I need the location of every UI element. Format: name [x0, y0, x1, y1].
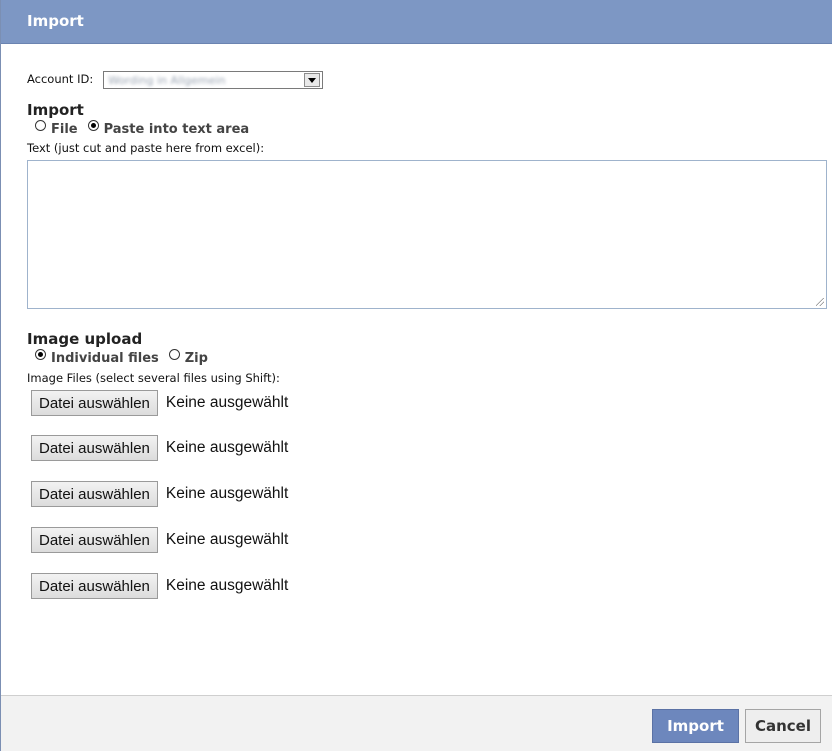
radio-button-icon[interactable] — [35, 120, 46, 131]
file-status-text: Keine ausgewählt — [165, 531, 289, 548]
file-input-row: Datei auswählen Keine ausgewählt — [31, 573, 832, 599]
radio-individual-files-label[interactable]: Individual files — [51, 351, 159, 366]
resize-grip-icon[interactable] — [816, 298, 824, 306]
import-mode-radios: File Paste into text area — [35, 120, 832, 137]
file-input-row: Datei auswählen Keine ausgewählt — [31, 481, 832, 507]
account-id-value: Wording in Allgemein — [108, 73, 226, 87]
radio-zip[interactable]: Zip — [168, 349, 208, 366]
paste-text-area[interactable] — [27, 160, 827, 309]
account-row: Account ID: Wording in Allgemein — [27, 68, 832, 90]
image-mode-radios: Individual files Zip — [35, 349, 832, 366]
choose-file-button[interactable]: Datei auswählen — [31, 390, 158, 416]
image-files-label: Image Files (select several files using … — [27, 371, 280, 385]
file-input-row: Datei auswählen Keine ausgewählt — [31, 435, 832, 461]
account-id-label: Account ID: — [27, 72, 94, 86]
image-upload-title: Image upload — [27, 330, 143, 348]
radio-paste[interactable]: Paste into text area — [87, 120, 250, 137]
choose-file-button[interactable]: Datei auswählen — [31, 573, 158, 599]
choose-file-button[interactable]: Datei auswählen — [31, 481, 158, 507]
radio-paste-label[interactable]: Paste into text area — [104, 122, 250, 137]
account-id-select[interactable]: Wording in Allgemein — [103, 71, 324, 89]
file-input-row: Datei auswählen Keine ausgewählt — [31, 527, 832, 553]
radio-individual-files[interactable]: Individual files — [35, 349, 159, 366]
choose-file-button[interactable]: Datei auswählen — [31, 435, 158, 461]
radio-button-icon[interactable] — [168, 349, 180, 360]
radio-button-checked-icon[interactable] — [87, 120, 99, 131]
import-button[interactable]: Import — [652, 709, 739, 743]
import-section-title: Import — [27, 101, 84, 119]
radio-button-checked-icon[interactable] — [35, 349, 46, 360]
file-input-row: Datei auswählen Keine ausgewählt — [31, 390, 832, 416]
dropdown-arrow-icon[interactable] — [304, 73, 321, 87]
radio-file[interactable]: File — [35, 120, 78, 137]
file-status-text: Keine ausgewählt — [165, 394, 289, 411]
cancel-button[interactable]: Cancel — [745, 709, 821, 743]
dialog-footer: Import Cancel — [1, 695, 832, 751]
text-area-label: Text (just cut and paste here from excel… — [27, 141, 265, 155]
file-status-text: Keine ausgewählt — [165, 577, 289, 594]
file-status-text: Keine ausgewählt — [165, 439, 289, 456]
dialog-title: Import — [1, 0, 832, 44]
radio-zip-label[interactable]: Zip — [185, 351, 208, 366]
dialog-body: Account ID: Wording in Allgemein Import … — [1, 68, 832, 599]
choose-file-button[interactable]: Datei auswählen — [31, 527, 158, 553]
import-dialog: Import Account ID: Wording in Allgemein … — [0, 0, 832, 751]
file-status-text: Keine ausgewählt — [165, 485, 289, 502]
radio-file-label[interactable]: File — [51, 122, 78, 137]
